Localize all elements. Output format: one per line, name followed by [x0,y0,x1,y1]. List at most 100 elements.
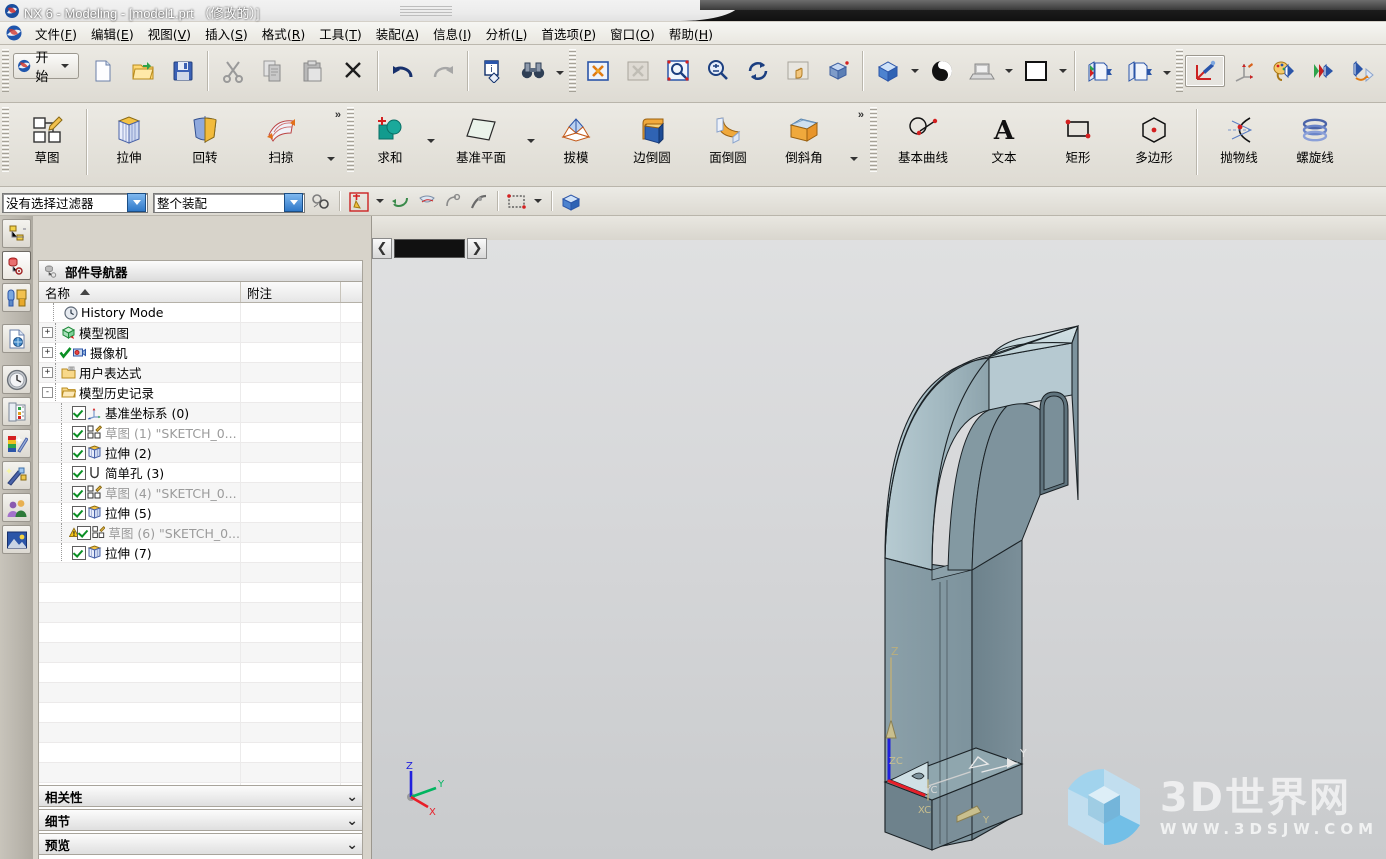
pan-button[interactable] [778,55,818,87]
delete-button[interactable] [333,55,373,85]
tree-expander[interactable]: - [42,387,53,398]
menu-analysis[interactable]: 分析(L) [479,22,535,45]
table-row[interactable]: History Mode [39,303,362,323]
sidebar-item-system-materials[interactable] [2,461,31,490]
tree-item-checkbox[interactable] [72,425,86,440]
snap-point-button[interactable] [347,190,371,214]
datum-plane-dialog-button[interactable] [1265,55,1305,87]
sketch-group-grip[interactable] [2,107,9,173]
basic-curve-button[interactable]: 基本曲线 [879,111,967,170]
feature-group-grip[interactable] [347,107,354,173]
start-dropdown-arrow[interactable] [61,64,70,68]
layer-settings-button[interactable] [1080,55,1120,87]
background-dropdown[interactable] [1002,49,1016,93]
menu-help[interactable]: 帮助(H) [662,22,720,45]
selection-scope-filter[interactable]: 整个装配 [153,192,305,213]
move-to-layer-button[interactable] [1120,55,1160,87]
menu-view[interactable]: 视图(V) [141,22,198,45]
redo-button[interactable] [423,55,463,87]
color-button[interactable] [1016,55,1056,87]
rectangle-select-button[interactable] [505,190,529,214]
feature-group-overflow[interactable]: » [842,103,868,169]
column-header-comment[interactable]: 附注 [241,282,341,302]
tree-item-checkbox[interactable] [72,545,86,560]
wcs-dynamics-button[interactable] [1185,55,1226,87]
tree-item-checkbox[interactable] [72,445,86,460]
table-row[interactable]: 草图 (1) "SKETCH_0... [39,423,362,443]
table-row[interactable]: 基准坐标系 (0) [39,403,362,423]
tree-item-checkbox[interactable] [76,525,91,540]
sidebar-item-system-visualization[interactable] [2,525,31,554]
tree-item-checkbox[interactable] [72,485,86,500]
helix-button[interactable]: 螺旋线 [1277,111,1353,170]
paste-button[interactable] [293,55,333,87]
save-button[interactable] [163,55,203,87]
rectangle-button[interactable]: 矩形 [1041,111,1115,170]
selection-type-filter[interactable]: 没有选择过滤器 [2,192,148,213]
edge-blend-button[interactable]: 边倒圆 [614,111,690,170]
face-blend-button[interactable]: 面倒圆 [690,111,766,170]
polygon-button[interactable]: 多边形 [1115,111,1193,170]
face-select-button[interactable] [559,190,583,214]
datum-plane-button[interactable]: 基准平面 [438,111,524,170]
color-dropdown[interactable] [1056,49,1070,93]
copy-button[interactable] [253,55,293,87]
sidebar-item-system-scene[interactable] [2,429,31,458]
menu-window[interactable]: 窗口(O) [603,22,662,45]
fit-view-button[interactable] [578,55,618,87]
splitter-right-arrow-icon[interactable]: ❯ [467,237,487,259]
zoom-in-out-button[interactable] [698,55,738,87]
cut-button[interactable] [213,55,253,87]
text-button[interactable]: A 文本 [967,111,1041,170]
sidebar-item-history-palette[interactable] [2,365,31,394]
sidebar-item-html-help[interactable] [2,324,31,353]
table-row[interactable]: 拉伸 (5) [39,503,362,523]
revolve-button[interactable]: 回转 [167,111,243,170]
curve-group-grip[interactable] [870,107,877,173]
rectangle-select-dropdown[interactable] [534,199,542,203]
tree-expander[interactable]: + [42,347,53,358]
sweep-button[interactable]: 扫掠 [243,111,319,170]
sidebar-item-reuse-library[interactable] [2,283,31,312]
form-feature-overflow[interactable]: » [319,103,345,169]
part-navigator-tree[interactable]: 名称 附注 History Mode + 模型视图 + 摄像机 + 用户表达式 … [38,282,363,859]
menu-file[interactable]: 文件(F) [28,22,84,45]
selection-type-filter-arrow[interactable] [127,193,146,212]
snap-point-dropdown[interactable] [376,199,384,203]
tree-item-checkbox[interactable] [72,465,86,480]
open-file-button[interactable] [123,55,163,87]
tree-item-checkbox[interactable] [72,405,86,420]
table-row[interactable]: 拉伸 (2) [39,443,362,463]
snap-center-button[interactable] [441,190,465,214]
sidebar-item-part-navigator[interactable] [2,251,31,280]
unite-button[interactable]: 求和 [356,111,424,170]
standard-toolbar-overflow[interactable] [553,49,567,99]
table-row[interactable]: - 模型历史记录 [39,383,362,403]
reverse-shown-button[interactable] [1345,55,1385,87]
zoom-window-button[interactable] [618,55,658,87]
sidebar-item-roles[interactable] [2,397,31,426]
table-row[interactable]: + 摄像机 [39,343,362,363]
utility-toolbar-grip[interactable] [1176,49,1184,93]
orient-view-dropdown[interactable] [908,49,922,93]
table-row[interactable]: 简单孔 (3) [39,463,362,483]
preview-section[interactable]: 预览 ⌄ [38,833,363,855]
menu-information[interactable]: 信息(I) [426,22,478,45]
menu-format[interactable]: 格式(R) [255,22,312,45]
menu-assemblies[interactable]: 装配(A) [369,22,426,45]
perspective-button[interactable] [818,55,858,87]
sidebar-item-web-browser[interactable] [2,493,31,522]
tree-expander[interactable]: + [42,327,53,338]
zoom-button[interactable] [658,55,698,87]
background-button[interactable] [962,55,1002,87]
find-button[interactable] [513,55,553,87]
info-button[interactable]: i [473,55,513,87]
orient-view-button[interactable] [868,55,908,87]
details-section[interactable]: 细节 ⌄ [38,809,363,831]
table-row[interactable]: + 模型视图 [39,323,362,343]
show-hide-button[interactable] [1305,55,1345,87]
table-row[interactable]: 草图 (6) "SKETCH_0... [39,523,362,543]
menu-tools[interactable]: 工具(T) [312,22,368,45]
select-objects-button[interactable] [309,190,333,214]
snap-face-button[interactable] [415,190,439,214]
